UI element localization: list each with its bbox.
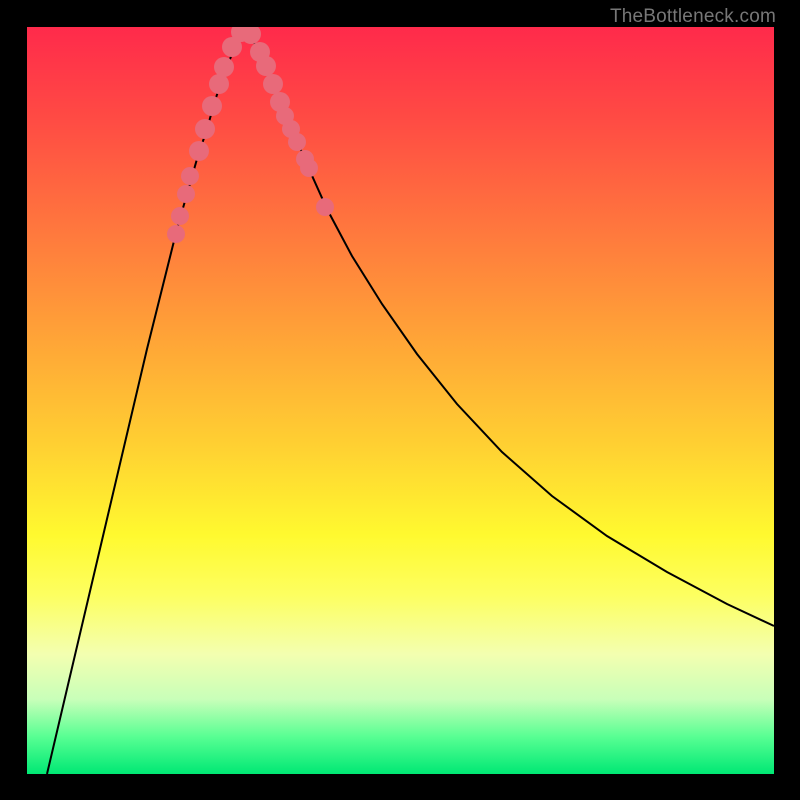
chart-frame: TheBottleneck.com: [0, 0, 800, 800]
chart-svg: [27, 27, 774, 774]
data-marker: [202, 96, 222, 116]
data-marker: [177, 185, 195, 203]
data-marker: [263, 74, 283, 94]
data-marker: [189, 141, 209, 161]
data-marker: [316, 198, 334, 216]
data-marker: [300, 159, 318, 177]
data-marker: [288, 133, 306, 151]
data-marker: [181, 167, 199, 185]
curve-right-branch: [244, 27, 774, 626]
data-marker: [214, 57, 234, 77]
watermark-text: TheBottleneck.com: [610, 6, 776, 28]
data-marker: [167, 225, 185, 243]
data-marker: [209, 74, 229, 94]
data-marker: [171, 207, 189, 225]
data-marker: [256, 56, 276, 76]
plot-area: [27, 27, 774, 774]
data-marker: [195, 119, 215, 139]
curve-left-branch: [47, 27, 244, 774]
